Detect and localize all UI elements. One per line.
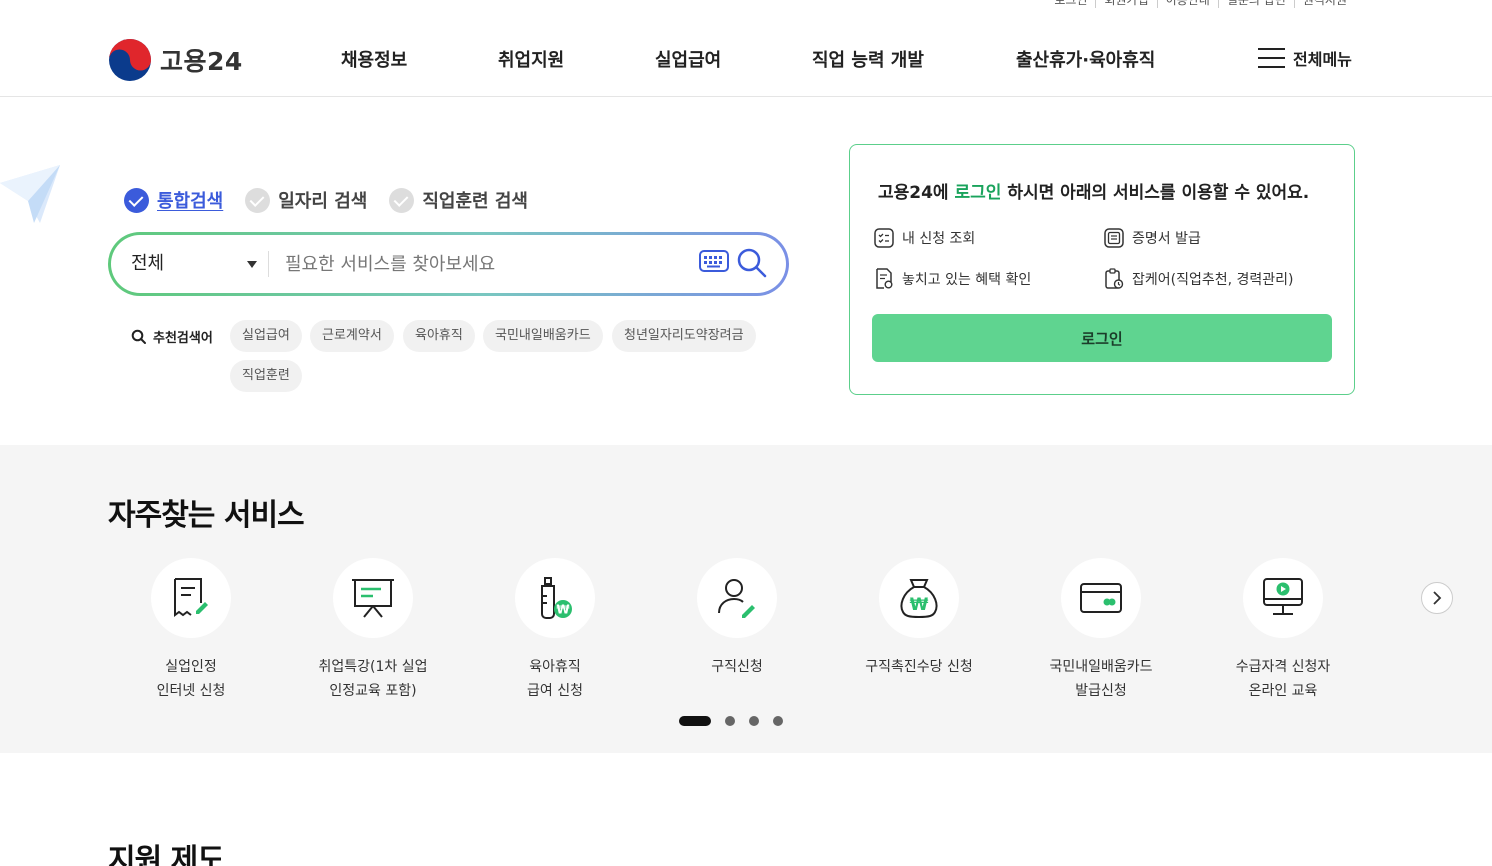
search-input[interactable] bbox=[285, 249, 685, 279]
check-circle-icon bbox=[124, 187, 149, 213]
category-value: 전체 bbox=[131, 253, 165, 274]
logo[interactable]: 고용24 bbox=[108, 38, 243, 82]
service-item[interactable]: 실업인정 인터넷 신청 bbox=[106, 558, 276, 703]
tab-label: 직업훈련 검색 bbox=[422, 191, 528, 212]
login-button[interactable]: 로그인 bbox=[872, 314, 1332, 362]
service-label: 구직신청 bbox=[711, 659, 763, 675]
service-item[interactable]: 수급자격 신청자 온라인 교육 bbox=[1198, 558, 1368, 703]
keyword-chip[interactable]: 직업훈련 bbox=[230, 360, 302, 392]
gnb-job-support[interactable]: 취업지원 bbox=[498, 46, 564, 72]
paper-plane-icon bbox=[0, 165, 62, 229]
search-icon[interactable] bbox=[736, 247, 768, 283]
clipboard-clock-icon bbox=[1105, 268, 1124, 289]
support-section-title: 지원 제도 bbox=[108, 843, 225, 866]
login-panel: 고용24에 로그인 하시면 아래의 서비스를 이용할 수 있어요. 내 신청 조… bbox=[849, 144, 1355, 395]
category-select[interactable]: 전체 bbox=[131, 235, 257, 293]
hamburger-icon bbox=[1258, 48, 1285, 68]
taegeuk-logo-icon bbox=[108, 38, 152, 82]
login-item-label: 잡케어(직업추천, 경력관리) bbox=[1132, 272, 1294, 288]
missed-benefits-link[interactable]: 놓치고 있는 혜택 확인 bbox=[874, 268, 1031, 290]
keyword-chip[interactable]: 육아휴직 bbox=[403, 320, 475, 352]
pagination-dot[interactable] bbox=[773, 716, 783, 726]
all-menu-label: 전체메뉴 bbox=[1293, 50, 1352, 69]
jobcare-link[interactable]: 잡케어(직업추천, 경력관리) bbox=[1104, 268, 1294, 290]
logo-text: 고용24 bbox=[160, 47, 243, 76]
certificate-icon bbox=[1104, 228, 1124, 248]
search-small-icon bbox=[131, 329, 146, 344]
tab-job-search[interactable]: 일자리 검색 bbox=[245, 187, 367, 213]
tab-integrated-search[interactable]: 통합검색 bbox=[124, 187, 223, 213]
online-monitor-icon bbox=[1243, 558, 1323, 638]
document-edit-icon bbox=[151, 558, 231, 638]
baby-bottle-won-icon: ₩ bbox=[515, 558, 595, 638]
keyboard-icon[interactable] bbox=[699, 250, 729, 276]
service-label: 수급자격 신청자 온라인 교육 bbox=[1235, 659, 1331, 699]
gnb-recruit[interactable]: 채용정보 bbox=[341, 46, 407, 72]
pagination-dot[interactable] bbox=[725, 716, 735, 726]
section-title: 자주찾는 서비스 bbox=[108, 498, 305, 533]
divider bbox=[268, 251, 269, 277]
login-item-label: 내 신청 조회 bbox=[902, 231, 976, 247]
svg-text:₩: ₩ bbox=[910, 595, 929, 615]
carousel-pagination bbox=[679, 716, 783, 726]
caret-down-icon bbox=[247, 261, 257, 268]
tab-label: 통합검색 bbox=[157, 191, 224, 212]
checklist-icon bbox=[874, 228, 894, 248]
presentation-board-icon bbox=[333, 558, 413, 638]
all-menu-button[interactable]: 전체메뉴 bbox=[1258, 46, 1352, 70]
login-title-pre: 고용24에 bbox=[878, 183, 955, 203]
login-title-post: 하시면 아래의 서비스를 이용할 수 있어요. bbox=[1001, 183, 1310, 203]
gnb-parental-leave[interactable]: 출산휴가·육아휴직 bbox=[1016, 46, 1155, 72]
keyword-chip[interactable]: 실업급여 bbox=[230, 320, 302, 352]
service-item[interactable]: 구직신청 bbox=[652, 558, 822, 679]
header: 고용24 채용정보 취업지원 실업급여 직업 능력 개발 출산휴가·육아휴직 전… bbox=[0, 0, 1492, 97]
login-panel-title: 고용24에 로그인 하시면 아래의 서비스를 이용할 수 있어요. bbox=[878, 178, 1309, 203]
service-item[interactable]: ₩ 육아휴직 급여 신청 bbox=[470, 558, 640, 703]
frequent-services-section: 자주찾는 서비스 실업인정 인터넷 신청 취업특강(1차 실업 인정교육 포함)… bbox=[0, 445, 1492, 753]
search-tabs: 통합검색 일자리 검색 직업훈련 검색 bbox=[124, 187, 528, 213]
gnb-unemployment[interactable]: 실업급여 bbox=[655, 46, 721, 72]
keyword-chip[interactable]: 청년일자리도약장려금 bbox=[612, 320, 756, 352]
service-item[interactable]: 국민내일배움카드 발급신청 bbox=[1016, 558, 1186, 703]
service-label: 구직촉진수당 신청 bbox=[865, 659, 973, 675]
service-item[interactable]: 취업특강(1차 실업 인정교육 포함) bbox=[288, 558, 458, 703]
my-applications-link[interactable]: 내 신청 조회 bbox=[874, 228, 975, 248]
recommend-title: 추천검색어 bbox=[131, 327, 213, 346]
card-icon bbox=[1061, 558, 1141, 638]
document-search-icon bbox=[876, 268, 893, 289]
svg-text:₩: ₩ bbox=[556, 603, 570, 617]
money-bag-won-icon: ₩ bbox=[879, 558, 959, 638]
chevron-right-icon bbox=[1433, 591, 1442, 605]
pagination-dot[interactable] bbox=[749, 716, 759, 726]
tab-training-search[interactable]: 직업훈련 검색 bbox=[389, 187, 528, 213]
keyword-chip[interactable]: 근로계약서 bbox=[310, 320, 394, 352]
service-label: 육아휴직 급여 신청 bbox=[527, 659, 583, 699]
search-box: 전체 bbox=[108, 232, 789, 296]
login-item-label: 증명서 발급 bbox=[1132, 231, 1201, 247]
service-label: 국민내일배움카드 발급신청 bbox=[1049, 659, 1153, 699]
login-title-link[interactable]: 로그인 bbox=[955, 183, 1002, 203]
recommend-title-label: 추천검색어 bbox=[153, 331, 213, 346]
tab-label: 일자리 검색 bbox=[278, 191, 368, 212]
service-label: 실업인정 인터넷 신청 bbox=[156, 659, 226, 699]
pagination-dot-active[interactable] bbox=[679, 716, 711, 726]
person-edit-icon bbox=[697, 558, 777, 638]
certificate-link[interactable]: 증명서 발급 bbox=[1104, 228, 1201, 248]
gnb-training[interactable]: 직업 능력 개발 bbox=[812, 46, 924, 72]
check-circle-icon bbox=[245, 187, 271, 213]
keyword-chip[interactable]: 국민내일배움카드 bbox=[483, 320, 603, 352]
carousel-next-button[interactable] bbox=[1421, 582, 1453, 614]
check-circle-icon bbox=[389, 187, 415, 213]
login-item-label: 놓치고 있는 혜택 확인 bbox=[902, 272, 1032, 288]
service-label: 취업특강(1차 실업 인정교육 포함) bbox=[318, 659, 428, 699]
service-item[interactable]: ₩ 구직촉진수당 신청 bbox=[834, 558, 1004, 679]
